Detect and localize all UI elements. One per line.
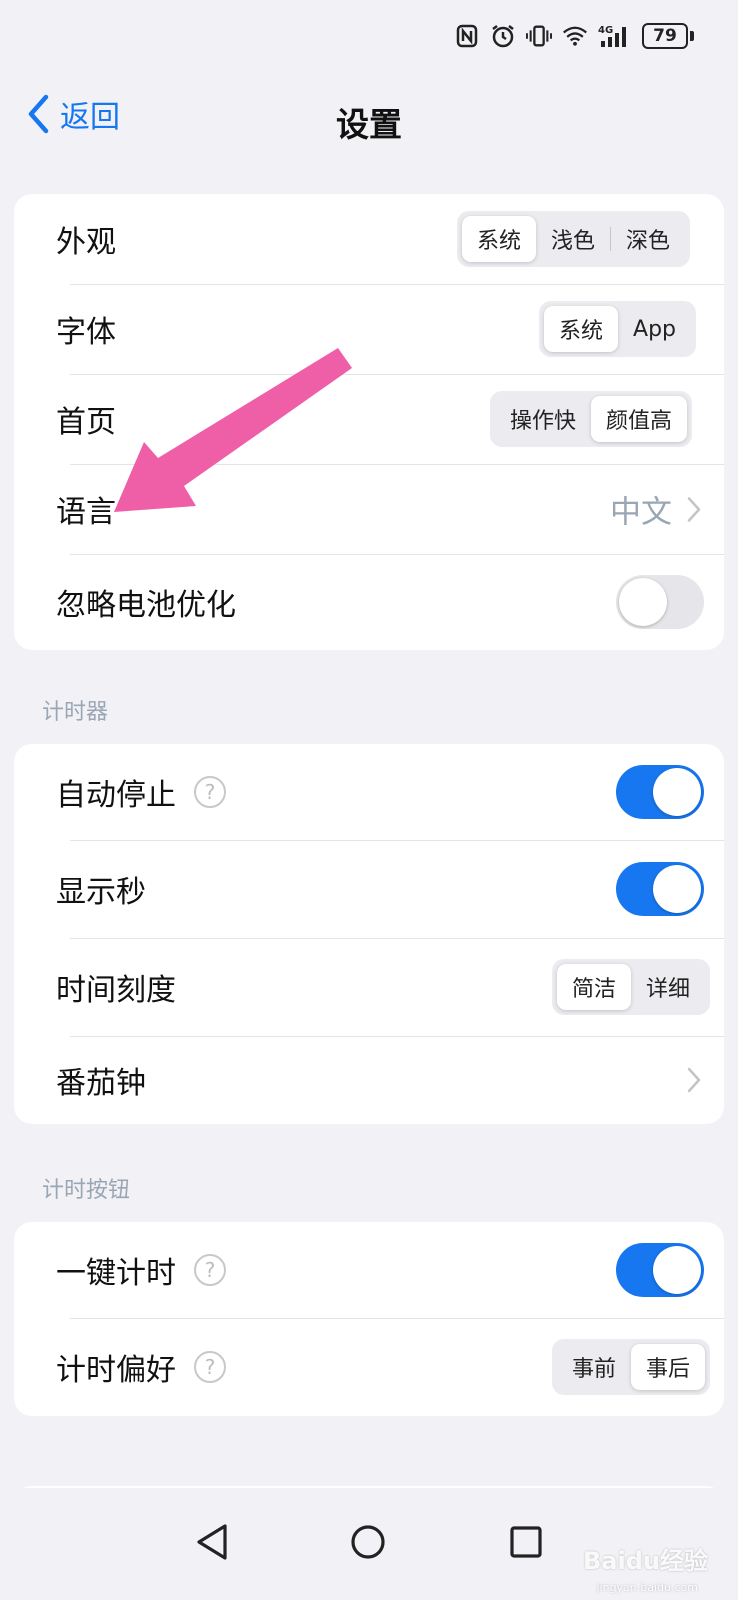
back-nav-button[interactable] [188, 1518, 236, 1566]
svg-text:4G: 4G [598, 25, 613, 36]
timer-preference-segmented-control: 事前 事后 [551, 1339, 710, 1395]
timer-preference-option-after[interactable]: 事后 [630, 1344, 705, 1390]
vibrate-icon [526, 23, 552, 49]
pomodoro-row[interactable]: 番茄钟 [14, 1036, 724, 1124]
battery-optimization-label: 忽略电池优化 [56, 588, 236, 623]
font-option-app[interactable]: App [618, 306, 691, 352]
timer-settings-card: 自动停止 ? 显示秒 时间刻度 简洁 详细 番茄钟 [14, 744, 724, 1124]
battery-level: 79 [642, 23, 688, 49]
language-label: 语言 [56, 495, 116, 530]
battery-optimization-row: 忽略电池优化 [14, 554, 724, 650]
time-scale-label: 时间刻度 [56, 973, 176, 1008]
timer-preference-label: 计时偏好 [56, 1353, 176, 1388]
font-option-system[interactable]: 系统 [544, 306, 619, 352]
one-key-timer-toggle[interactable] [616, 1243, 704, 1297]
time-scale-option-simple[interactable]: 简洁 [556, 964, 631, 1010]
home-label: 首页 [56, 405, 116, 440]
language-value: 中文 [610, 494, 672, 531]
nfc-icon [454, 23, 480, 49]
appearance-option-dark[interactable]: 深色 [611, 216, 685, 262]
timer-section-header: 计时器 [42, 700, 109, 725]
recents-nav-button[interactable] [502, 1518, 550, 1566]
chevron-right-icon [687, 496, 701, 522]
font-label: 字体 [56, 315, 116, 350]
font-segmented-control: 系统 App [539, 301, 696, 357]
auto-stop-label: 自动停止 [56, 778, 176, 813]
time-scale-option-detailed[interactable]: 详细 [631, 964, 705, 1010]
alarm-icon [490, 23, 516, 49]
triangle-back-icon [197, 1524, 227, 1560]
watermark-sub: jingyan.baidu.com [596, 1581, 698, 1594]
timer-button-settings-card: 一键计时 ? 计时偏好 ? 事前 事后 [14, 1222, 724, 1416]
circle-home-icon [351, 1525, 385, 1559]
show-seconds-row: 显示秒 [14, 840, 724, 938]
auto-stop-toggle[interactable] [616, 765, 704, 819]
time-scale-row: 时间刻度 简洁 详细 [14, 938, 724, 1036]
appearance-row: 外观 系统 浅色 深色 [14, 194, 724, 284]
battery-indicator: 79 [642, 23, 694, 49]
one-key-timer-label: 一键计时 [56, 1256, 176, 1291]
timer-button-section-header: 计时按钮 [42, 1178, 131, 1203]
show-seconds-label: 显示秒 [56, 875, 146, 910]
timer-preference-row: 计时偏好 ? 事前 事后 [14, 1318, 724, 1416]
one-key-timer-row: 一键计时 ? [14, 1222, 724, 1318]
home-option-fast[interactable]: 操作快 [495, 396, 591, 442]
watermark-main: Baidu经验 [583, 1547, 708, 1575]
signal-4g-icon: 4G [598, 23, 632, 49]
appearance-label: 外观 [56, 225, 116, 260]
home-segmented-control: 操作快 颜值高 [489, 391, 692, 447]
auto-stop-row: 自动停止 ? [14, 744, 724, 840]
status-bar: 4G 79 [454, 18, 694, 54]
time-scale-segmented-control: 简洁 详细 [551, 959, 710, 1015]
appearance-option-light[interactable]: 浅色 [536, 216, 610, 262]
home-nav-button[interactable] [344, 1518, 392, 1566]
page-title: 设置 [336, 105, 402, 144]
square-recents-icon [510, 1526, 542, 1558]
wifi-icon [562, 23, 588, 49]
timer-preference-option-before[interactable]: 事前 [557, 1344, 631, 1390]
chevron-right-icon [687, 1067, 701, 1093]
appearance-option-system[interactable]: 系统 [461, 216, 536, 262]
help-icon[interactable]: ? [194, 1254, 226, 1286]
help-icon[interactable]: ? [194, 1351, 226, 1383]
help-icon[interactable]: ? [194, 776, 226, 808]
home-option-pretty[interactable]: 颜值高 [590, 396, 687, 442]
show-seconds-toggle[interactable] [616, 862, 704, 916]
system-navigation-bar: Baidu经验 jingyan.baidu.com [0, 1488, 738, 1600]
nav-bar: 返回 设置 [0, 86, 738, 156]
pomodoro-label: 番茄钟 [56, 1066, 146, 1101]
annotation-arrow [114, 348, 352, 512]
battery-optimization-toggle[interactable] [616, 575, 704, 629]
appearance-segmented-control: 系统 浅色 深色 [456, 211, 690, 267]
